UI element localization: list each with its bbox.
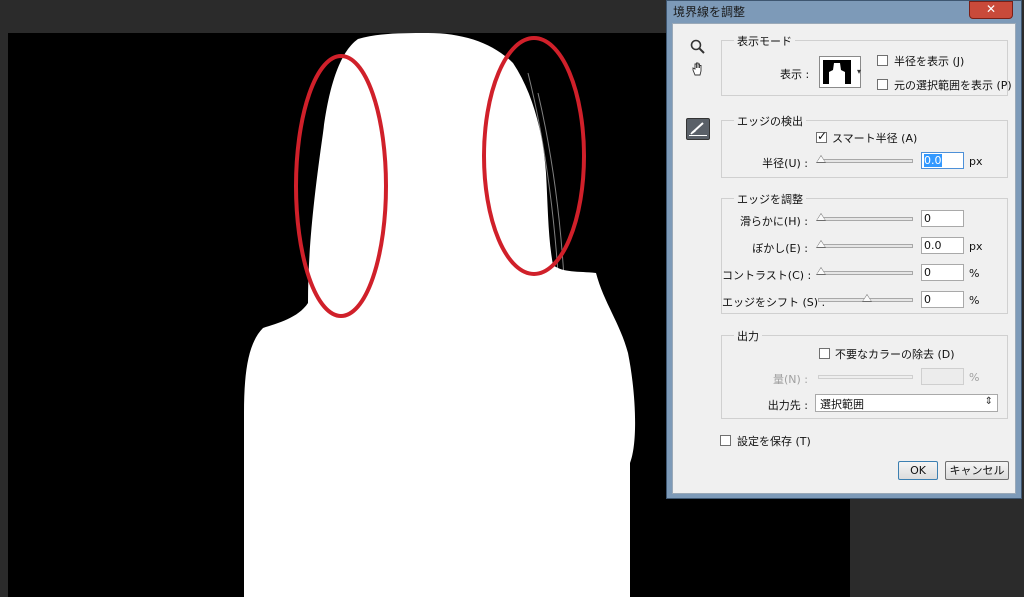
radius-label: 半径(U) : (762, 157, 808, 170)
red-ellipse-right (482, 36, 586, 276)
feather-unit: px (969, 240, 983, 253)
show-radius-checkbox[interactable] (877, 55, 888, 66)
shift-edge-input[interactable]: 0 (921, 291, 964, 308)
chevron-down-icon: ▾ (856, 67, 861, 76)
feather-slider[interactable] (816, 240, 913, 248)
amount-slider[interactable] (818, 375, 913, 379)
updown-arrow-icon: ⇕ (984, 396, 993, 407)
decontaminate-label: 不要なカラーの除去 (D) (835, 348, 955, 361)
dialog-body: 表示モード 表示 : ▾ 半径を表示 (J) 元の選択範囲を表示 (P) エッジ… (672, 23, 1016, 494)
smooth-slider[interactable] (816, 213, 913, 221)
feather-label: ぼかし(E) : (752, 242, 808, 255)
show-original-checkbox[interactable] (877, 79, 888, 90)
contrast-slider[interactable] (816, 267, 913, 275)
contrast-unit: % (969, 267, 980, 280)
remember-settings-checkbox[interactable] (720, 435, 731, 446)
smart-radius-label: スマート半径 (A) (832, 132, 918, 145)
refine-radius-brush-icon[interactable] (686, 118, 710, 140)
smooth-label: 滑らかに(H) : (739, 215, 808, 228)
dialog-title: 境界線を調整 (673, 5, 746, 19)
output-title: 出力 (734, 328, 762, 344)
contrast-label: コントラスト(C) : (722, 269, 812, 282)
amount-label: 量(N) : (772, 373, 808, 386)
edge-detection-group: エッジの検出 スマート半径 (A) 半径(U) : 0.0 px (721, 113, 1008, 178)
smooth-input[interactable]: 0 (921, 210, 964, 227)
remember-settings-label: 設定を保存 (T) (737, 435, 811, 448)
output-to-value: 選択範囲 (820, 398, 864, 411)
feather-input[interactable]: 0.0 (921, 237, 964, 254)
output-to-select[interactable]: 選択範囲 ⇕ (815, 394, 998, 412)
dialog-titlebar[interactable]: 境界線を調整 ✕ (667, 1, 1021, 21)
amount-input[interactable] (921, 368, 964, 385)
feather-slider-thumb[interactable] (816, 240, 826, 248)
amount-unit: % (969, 371, 980, 384)
view-mode-title: 表示モード (734, 33, 795, 49)
smooth-slider-thumb[interactable] (816, 213, 826, 221)
output-group: 出力 不要なカラーの除去 (D) 量(N) : % 出力先 : 選択範囲 ⇕ (721, 328, 1008, 419)
red-ellipse-left (294, 54, 388, 318)
adjust-edge-title: エッジを調整 (734, 191, 806, 207)
show-radius-label: 半径を表示 (J) (894, 55, 965, 68)
contrast-input[interactable]: 0 (921, 264, 964, 281)
radius-slider[interactable] (816, 155, 913, 163)
cancel-button[interactable]: キャンセル (945, 461, 1009, 480)
radius-slider-thumb[interactable] (816, 155, 826, 163)
shift-edge-label: エッジをシフト (S) : (722, 296, 826, 309)
contrast-slider-thumb[interactable] (816, 267, 826, 275)
close-button[interactable]: ✕ (969, 1, 1013, 19)
view-mode-thumbnail (823, 60, 851, 84)
view-mode-group: 表示モード 表示 : ▾ 半径を表示 (J) 元の選択範囲を表示 (P) (721, 33, 1012, 96)
view-mode-dropdown[interactable]: ▾ (819, 56, 861, 88)
radius-unit: px (969, 155, 983, 168)
ok-button[interactable]: OK (898, 461, 938, 480)
radius-input[interactable]: 0.0 (921, 152, 964, 169)
hand-tool-icon[interactable] (688, 61, 708, 81)
show-original-label: 元の選択範囲を表示 (P) (894, 79, 1012, 92)
shift-edge-unit: % (969, 294, 980, 307)
zoom-tool-icon[interactable] (688, 39, 708, 59)
edge-detection-title: エッジの検出 (734, 113, 806, 129)
smart-radius-checkbox[interactable] (816, 129, 827, 143)
decontaminate-checkbox[interactable] (819, 348, 830, 359)
output-to-label: 出力先 : (767, 399, 808, 412)
refine-edge-dialog: 境界線を調整 ✕ 表示モード 表示 : ▾ 半径を表示 (J) 元の選択範囲を表… (666, 0, 1022, 499)
adjust-edge-group: エッジを調整 滑らかに(H) : 0 ぼかし(E) : 0.0 px コントラス… (721, 191, 1008, 314)
view-label: 表示 : (780, 68, 810, 81)
shift-edge-slider[interactable] (818, 294, 913, 302)
shift-edge-slider-thumb[interactable] (862, 294, 872, 302)
